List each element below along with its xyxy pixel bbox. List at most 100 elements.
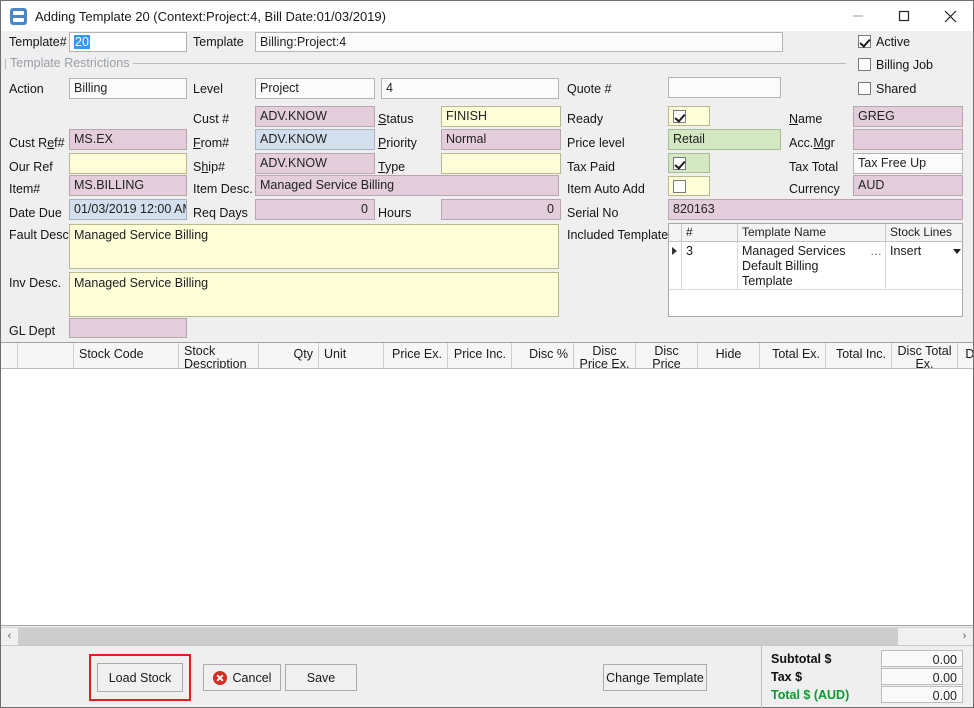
- tax-paid-checkbox-field[interactable]: [668, 153, 710, 173]
- included-templates-header: # Template Name Stock Lines: [669, 224, 962, 242]
- scrollbar-track[interactable]: [18, 628, 956, 645]
- cust-number-label: Cust #: [193, 112, 229, 126]
- shared-checkbox[interactable]: [858, 82, 871, 95]
- ship-number-input[interactable]: ADV.KNOW: [255, 153, 375, 174]
- horizontal-scrollbar[interactable]: ‹ ›: [1, 627, 973, 644]
- stock-column-header-total-ex[interactable]: Total Ex.: [760, 343, 826, 368]
- stock-column-header-hide[interactable]: Hide: [698, 343, 760, 368]
- tax-total-input[interactable]: Tax Free Up: [853, 153, 963, 174]
- table-row[interactable]: 3 Managed Services Default Billing Templ…: [669, 242, 962, 290]
- scroll-right-icon[interactable]: ›: [956, 628, 973, 645]
- chevron-down-icon[interactable]: [953, 249, 961, 254]
- cust-number-input[interactable]: ADV.KNOW: [255, 106, 375, 127]
- acc-mgr-input[interactable]: [853, 129, 963, 150]
- application-icon: [10, 8, 27, 25]
- our-ref-input[interactable]: [69, 153, 187, 174]
- column-header-template-name[interactable]: Template Name: [738, 224, 886, 241]
- row-stock-lines[interactable]: Insert: [886, 242, 963, 289]
- stock-column-header-disc-price-inc[interactable]: Disc Price Inc.: [636, 343, 698, 368]
- hours-label: Hours: [378, 206, 411, 220]
- scroll-left-icon[interactable]: ‹: [1, 628, 18, 645]
- ready-checkbox[interactable]: [673, 110, 686, 123]
- level-value2-input[interactable]: 4: [381, 78, 559, 99]
- tax-total-label: Tax Total: [789, 160, 838, 174]
- template-value-input[interactable]: Billing:Project:4: [255, 32, 783, 52]
- template-label: Template: [193, 35, 244, 49]
- stock-column-header-disc-price-ex[interactable]: Disc Price Ex.: [574, 343, 636, 368]
- type-label: Type: [378, 160, 405, 174]
- stock-column-header-stock-description[interactable]: Stock Description: [179, 343, 259, 368]
- currency-input[interactable]: AUD: [853, 175, 963, 196]
- req-days-input[interactable]: 0: [255, 199, 375, 220]
- fault-desc-textarea[interactable]: Managed Service Billing: [69, 224, 559, 269]
- subtotal-value: 0.00: [881, 650, 963, 667]
- fault-desc-label: Fault Desc.: [9, 228, 72, 242]
- stock-column-header-stock-code[interactable]: Stock Code: [74, 343, 179, 368]
- stock-grid[interactable]: Stock CodeStock DescriptionQtyUnitPrice …: [1, 342, 973, 626]
- change-template-button[interactable]: Change Template: [603, 664, 707, 691]
- window-controls: [835, 1, 973, 31]
- maximize-icon[interactable]: [881, 1, 927, 31]
- type-input[interactable]: [441, 153, 561, 174]
- item-number-input[interactable]: MS.BILLING: [69, 175, 187, 196]
- row-pointer-icon: [672, 247, 677, 255]
- item-number-label: Item#: [9, 182, 40, 196]
- from-number-input[interactable]: ADV.KNOW: [255, 129, 375, 150]
- scrollbar-thumb[interactable]: [18, 628, 898, 645]
- item-auto-add-checkbox-field[interactable]: [668, 176, 710, 196]
- stock-column-header-qty[interactable]: Qty: [259, 343, 319, 368]
- column-header-stock-lines[interactable]: Stock Lines: [886, 224, 963, 241]
- stock-column-header-blank[interactable]: [1, 343, 18, 368]
- ready-checkbox-field[interactable]: [668, 106, 710, 126]
- name-input[interactable]: GREG: [853, 106, 963, 127]
- stock-column-header-blank[interactable]: [18, 343, 74, 368]
- save-button[interactable]: Save: [285, 664, 357, 691]
- column-header-number[interactable]: #: [682, 224, 738, 241]
- billing-job-checkbox[interactable]: [858, 58, 871, 71]
- hours-input[interactable]: 0: [441, 199, 561, 220]
- acc-mgr-label: Acc.Mgr: [789, 136, 835, 150]
- from-number-label: From#: [193, 136, 229, 150]
- marker-column-header: [669, 224, 682, 241]
- stock-grid-body[interactable]: [1, 369, 973, 626]
- tax-paid-checkbox[interactable]: [673, 157, 686, 170]
- stock-column-header-price-inc[interactable]: Price Inc.: [448, 343, 512, 368]
- item-desc-label: Item Desc.: [193, 182, 253, 196]
- date-due-input[interactable]: 01/03/2019 12:00 AM: [69, 199, 187, 220]
- item-auto-add-checkbox[interactable]: [673, 180, 686, 193]
- serial-no-input[interactable]: 820163: [668, 199, 963, 220]
- status-input[interactable]: FINISH: [441, 106, 561, 127]
- ellipsis-icon[interactable]: …: [870, 244, 882, 259]
- stock-column-header-disc[interactable]: Disc: [958, 343, 973, 368]
- close-icon[interactable]: [927, 1, 973, 31]
- price-level-input[interactable]: Retail: [668, 129, 781, 150]
- cancel-icon: [213, 671, 227, 685]
- item-desc-input[interactable]: Managed Service Billing: [255, 175, 559, 196]
- minimize-icon[interactable]: [835, 1, 881, 31]
- included-templates-label: Included Templates: [567, 228, 674, 242]
- cust-ref-label: Cust Ref#: [9, 136, 65, 150]
- our-ref-label: Our Ref: [9, 160, 53, 174]
- title-bar: Adding Template 20 (Context:Project:4, B…: [1, 1, 973, 31]
- active-checkbox[interactable]: [858, 35, 871, 48]
- window-title: Adding Template 20 (Context:Project:4, B…: [35, 9, 386, 24]
- stock-column-header-disc-total-ex[interactable]: Disc Total Ex.: [892, 343, 958, 368]
- stock-column-header-unit[interactable]: Unit: [319, 343, 384, 368]
- stock-column-header-price-ex[interactable]: Price Ex.: [384, 343, 448, 368]
- template-number-input[interactable]: 20: [69, 32, 187, 52]
- stock-column-header-disc[interactable]: Disc %: [512, 343, 574, 368]
- level-input[interactable]: Project: [255, 78, 375, 99]
- included-templates-grid[interactable]: # Template Name Stock Lines 3 Managed Se…: [668, 223, 963, 317]
- inv-desc-textarea[interactable]: Managed Service Billing: [69, 272, 559, 317]
- action-input[interactable]: Billing: [69, 78, 187, 99]
- quote-input[interactable]: [668, 77, 781, 98]
- load-stock-button[interactable]: Load Stock: [97, 663, 183, 692]
- cust-ref-input[interactable]: MS.EX: [69, 129, 187, 150]
- date-due-label: Date Due: [9, 206, 62, 220]
- ready-label: Ready: [567, 112, 603, 126]
- stock-grid-header: Stock CodeStock DescriptionQtyUnitPrice …: [1, 343, 973, 369]
- gl-dept-input[interactable]: [69, 318, 187, 338]
- priority-input[interactable]: Normal: [441, 129, 561, 150]
- cancel-button[interactable]: Cancel: [203, 664, 281, 691]
- stock-column-header-total-inc[interactable]: Total Inc.: [826, 343, 892, 368]
